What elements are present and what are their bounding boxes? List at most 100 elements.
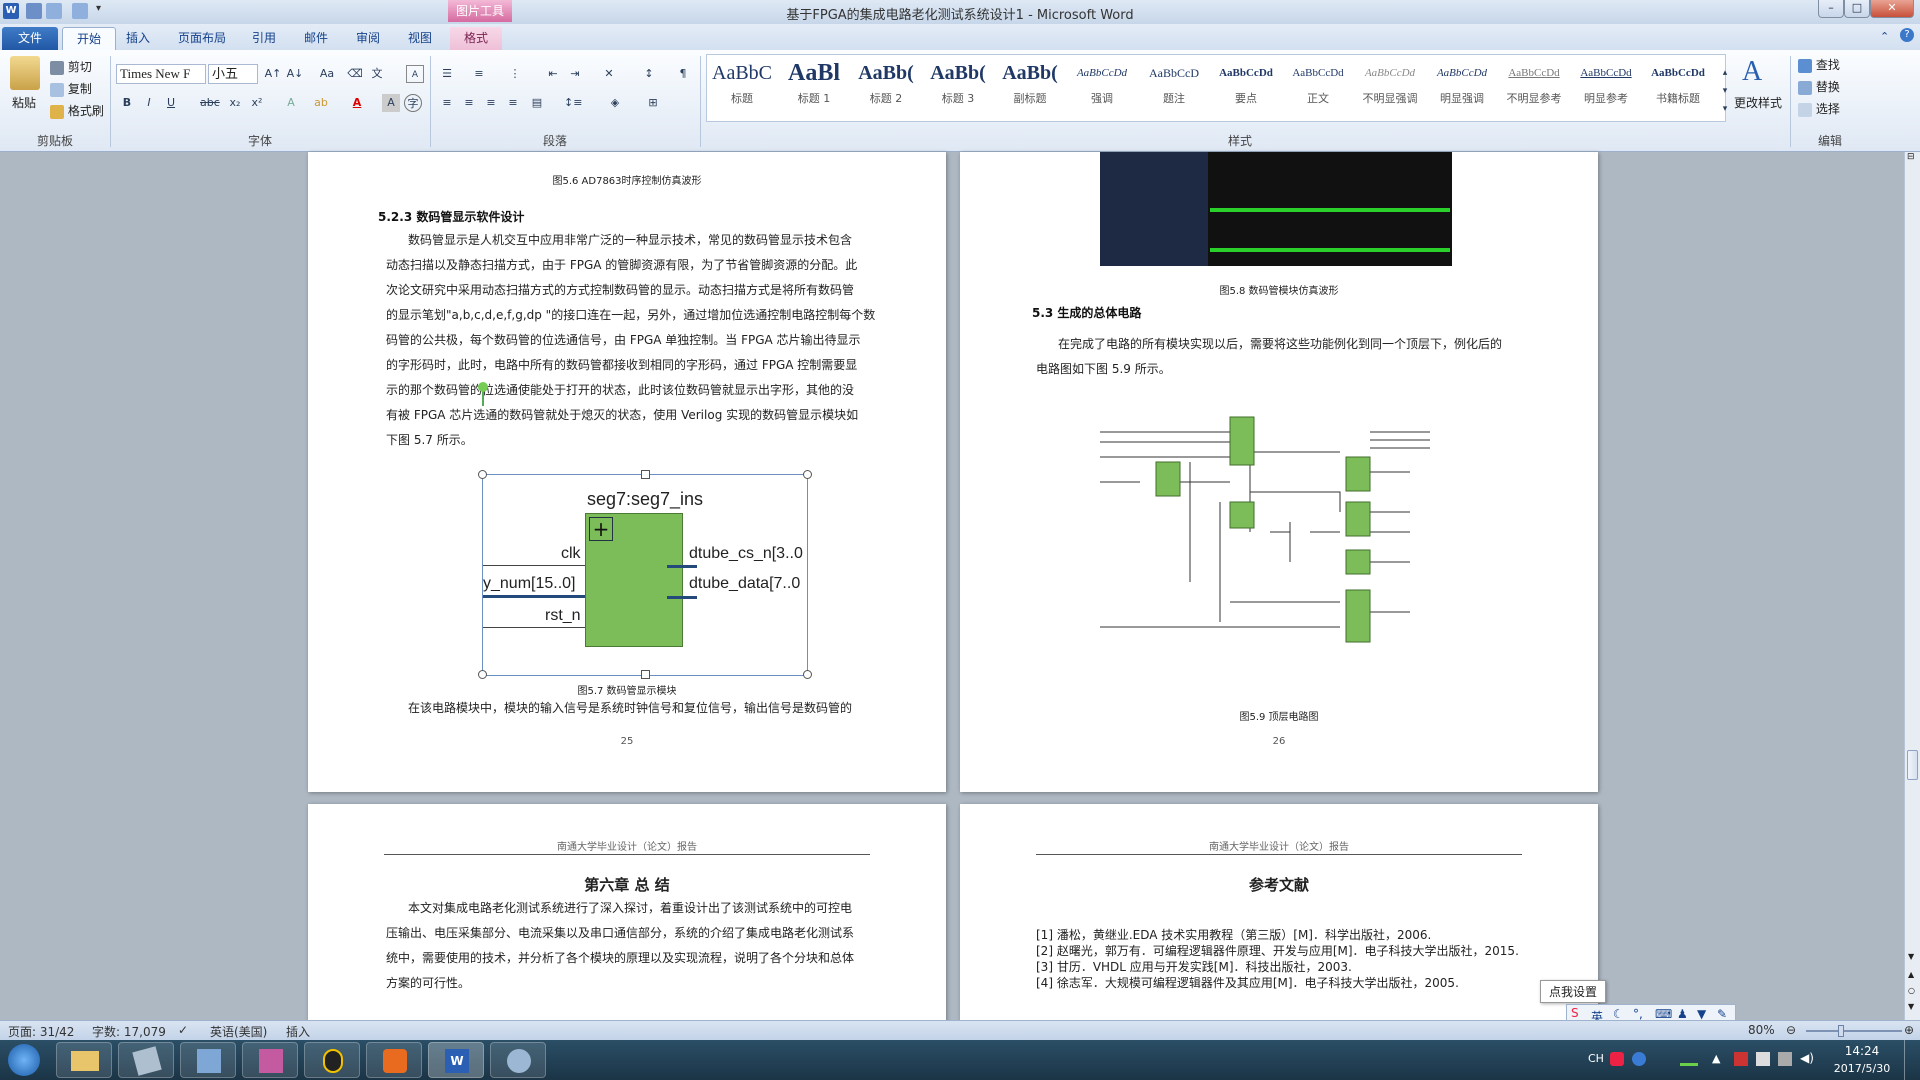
- insert-mode[interactable]: 插入: [286, 1023, 310, 1040]
- resize-handle[interactable]: [641, 670, 650, 679]
- tab-file[interactable]: 文件: [2, 27, 59, 50]
- style-item[interactable]: AaBbCcDd 书籍标题: [1644, 56, 1712, 116]
- selected-picture[interactable]: seg7:seg7_ins + clk y_num[15..0] rst_n d…: [482, 474, 808, 676]
- shading-icon[interactable]: ◈: [606, 94, 624, 112]
- change-styles-button[interactable]: 更改样式: [1734, 94, 1782, 111]
- tab-format[interactable]: 格式: [450, 27, 503, 50]
- style-item[interactable]: AaBbCcD 题注: [1140, 56, 1208, 116]
- font-color-icon[interactable]: A: [348, 94, 366, 112]
- grow-font-icon[interactable]: A↑: [264, 65, 282, 83]
- styles-scroll-down-icon[interactable]: ▾: [1716, 82, 1734, 100]
- phonetic-icon[interactable]: 文: [368, 65, 386, 83]
- volume-icon[interactable]: ◀): [1800, 1051, 1814, 1065]
- change-case-icon[interactable]: Aa: [318, 65, 336, 83]
- shirt-icon[interactable]: ▼: [1697, 1007, 1706, 1021]
- distribute-icon[interactable]: ▤: [528, 94, 546, 112]
- style-item[interactable]: AaBbCcDd 明显参考: [1572, 56, 1640, 116]
- cut-button[interactable]: 剪切: [50, 58, 92, 75]
- app-taskbar-button[interactable]: [118, 1042, 174, 1078]
- browse-object-icon[interactable]: ○: [1908, 986, 1915, 995]
- zoom-slider[interactable]: [1806, 1030, 1902, 1032]
- italic-icon[interactable]: I: [140, 94, 158, 112]
- minimize-button[interactable]: –: [1818, 0, 1844, 18]
- page-count[interactable]: 页面: 31/42: [8, 1023, 74, 1040]
- ruler-toggle-icon[interactable]: ⊟: [1907, 152, 1915, 162]
- strikethrough-icon[interactable]: abc: [200, 94, 220, 112]
- resize-handle[interactable]: [478, 470, 487, 479]
- style-item[interactable]: AaBb(副标题: [996, 56, 1064, 116]
- app-taskbar-button[interactable]: [242, 1042, 298, 1078]
- tray-language[interactable]: CH: [1588, 1052, 1604, 1065]
- scroll-down-icon[interactable]: ▼: [1908, 952, 1914, 961]
- text-effects-icon[interactable]: A: [282, 94, 300, 112]
- styles-scroll-up-icon[interactable]: ▴: [1716, 64, 1734, 82]
- char-border-icon[interactable]: A: [406, 65, 424, 83]
- decrease-indent-icon[interactable]: ⇤: [544, 65, 562, 83]
- style-item[interactable]: AaBl 标题 1: [780, 56, 848, 116]
- app-taskbar-button[interactable]: [180, 1042, 236, 1078]
- resize-handle[interactable]: [478, 670, 487, 679]
- multilevel-list-icon[interactable]: ⋮: [506, 65, 524, 83]
- font-name-combo[interactable]: Times New F: [116, 64, 206, 84]
- style-item[interactable]: AaBbC 标题: [708, 56, 776, 116]
- justify-icon[interactable]: ≡: [504, 94, 522, 112]
- zoom-slider-thumb[interactable]: [1838, 1025, 1844, 1037]
- help-icon[interactable]: ?: [1900, 28, 1914, 42]
- user-icon[interactable]: ♟: [1677, 1007, 1688, 1021]
- vertical-scrollbar[interactable]: ⊟ ▼ ▲ ○ ▼: [1904, 152, 1920, 1020]
- style-item[interactable]: AaBb(标题 3: [924, 56, 992, 116]
- style-item[interactable]: AaBbCcDd 正文: [1284, 56, 1352, 116]
- shrink-font-icon[interactable]: A↓: [286, 65, 304, 83]
- style-item[interactable]: AaBbCcDd 强调: [1068, 56, 1136, 116]
- tab-review[interactable]: 审阅: [342, 27, 394, 50]
- tab-page-layout[interactable]: 页面布局: [164, 27, 240, 50]
- tray-sogou-icon[interactable]: [1610, 1052, 1624, 1066]
- clear-format-icon[interactable]: ⌫: [346, 65, 364, 83]
- align-left-icon[interactable]: ≡: [438, 94, 456, 112]
- next-page-icon[interactable]: ▼: [1908, 1002, 1914, 1011]
- tab-home[interactable]: 开始: [62, 27, 117, 50]
- char-shading-icon[interactable]: A: [382, 94, 400, 112]
- tools-icon[interactable]: ✎: [1717, 1007, 1727, 1021]
- zoom-level[interactable]: 80%: [1748, 1023, 1775, 1037]
- page-25[interactable]: 图5.6 AD7863时序控制仿真波形 5.2.3 数码管显示软件设计 数码管显…: [308, 152, 946, 792]
- wifi-icon[interactable]: [1680, 1052, 1698, 1066]
- tab-insert[interactable]: 插入: [112, 27, 164, 50]
- show-desktop-button[interactable]: [1904, 1040, 1920, 1080]
- tray-help-icon[interactable]: [1632, 1052, 1646, 1066]
- superscript-icon[interactable]: x²: [248, 94, 266, 112]
- word-count[interactable]: 字数: 17,079: [92, 1023, 166, 1040]
- scrollbar-thumb[interactable]: [1907, 750, 1918, 780]
- keyboard-icon[interactable]: ⌨: [1655, 1007, 1672, 1021]
- borders-icon[interactable]: ⊞: [644, 94, 662, 112]
- style-item[interactable]: AaBbCcDd 明显强调: [1428, 56, 1496, 116]
- moon-icon[interactable]: ☾: [1613, 1007, 1624, 1021]
- close-button[interactable]: ✕: [1870, 0, 1914, 18]
- app-taskbar-button[interactable]: [490, 1042, 546, 1078]
- style-item[interactable]: AaBbCcDd 不明显强调: [1356, 56, 1424, 116]
- clock-date[interactable]: 2017/5/30: [1826, 1062, 1898, 1075]
- word-taskbar-button[interactable]: W: [428, 1042, 484, 1078]
- resize-handle[interactable]: [803, 670, 812, 679]
- underline-icon[interactable]: U: [162, 94, 180, 112]
- change-styles-icon[interactable]: A: [1742, 56, 1762, 88]
- prev-page-icon[interactable]: ▲: [1908, 970, 1914, 979]
- style-item[interactable]: AaBbCcDd 不明显参考: [1500, 56, 1568, 116]
- tray-app-icon[interactable]: [1756, 1052, 1770, 1066]
- zoom-in-icon[interactable]: ⊕: [1904, 1023, 1914, 1037]
- show-marks-icon[interactable]: ¶: [674, 65, 692, 83]
- replace-button[interactable]: 替换: [1798, 78, 1840, 95]
- style-item[interactable]: AaBbCcDd 要点: [1212, 56, 1280, 116]
- explorer-taskbar-button[interactable]: [56, 1042, 112, 1078]
- page-references[interactable]: 南通大学毕业设计（论文）报告 参考文献 [1] 潘松，黄继业.EDA 技术实用教…: [960, 804, 1598, 1034]
- align-center-icon[interactable]: ≡: [460, 94, 478, 112]
- bullets-icon[interactable]: ☰: [438, 65, 456, 83]
- start-button[interactable]: [8, 1044, 40, 1076]
- styles-more-icon[interactable]: ▾: [1716, 100, 1734, 118]
- increase-indent-icon[interactable]: ⇥: [566, 65, 584, 83]
- copy-button[interactable]: 复制: [50, 80, 92, 97]
- page-chapter6[interactable]: 南通大学毕业设计（论文）报告 第六章 总 结 本文对集成电路老化测试系统进行了深…: [308, 804, 946, 1034]
- clock-time[interactable]: 14:24: [1832, 1044, 1892, 1058]
- pdf-taskbar-button[interactable]: [366, 1042, 422, 1078]
- style-item[interactable]: AaBb(标题 2: [852, 56, 920, 116]
